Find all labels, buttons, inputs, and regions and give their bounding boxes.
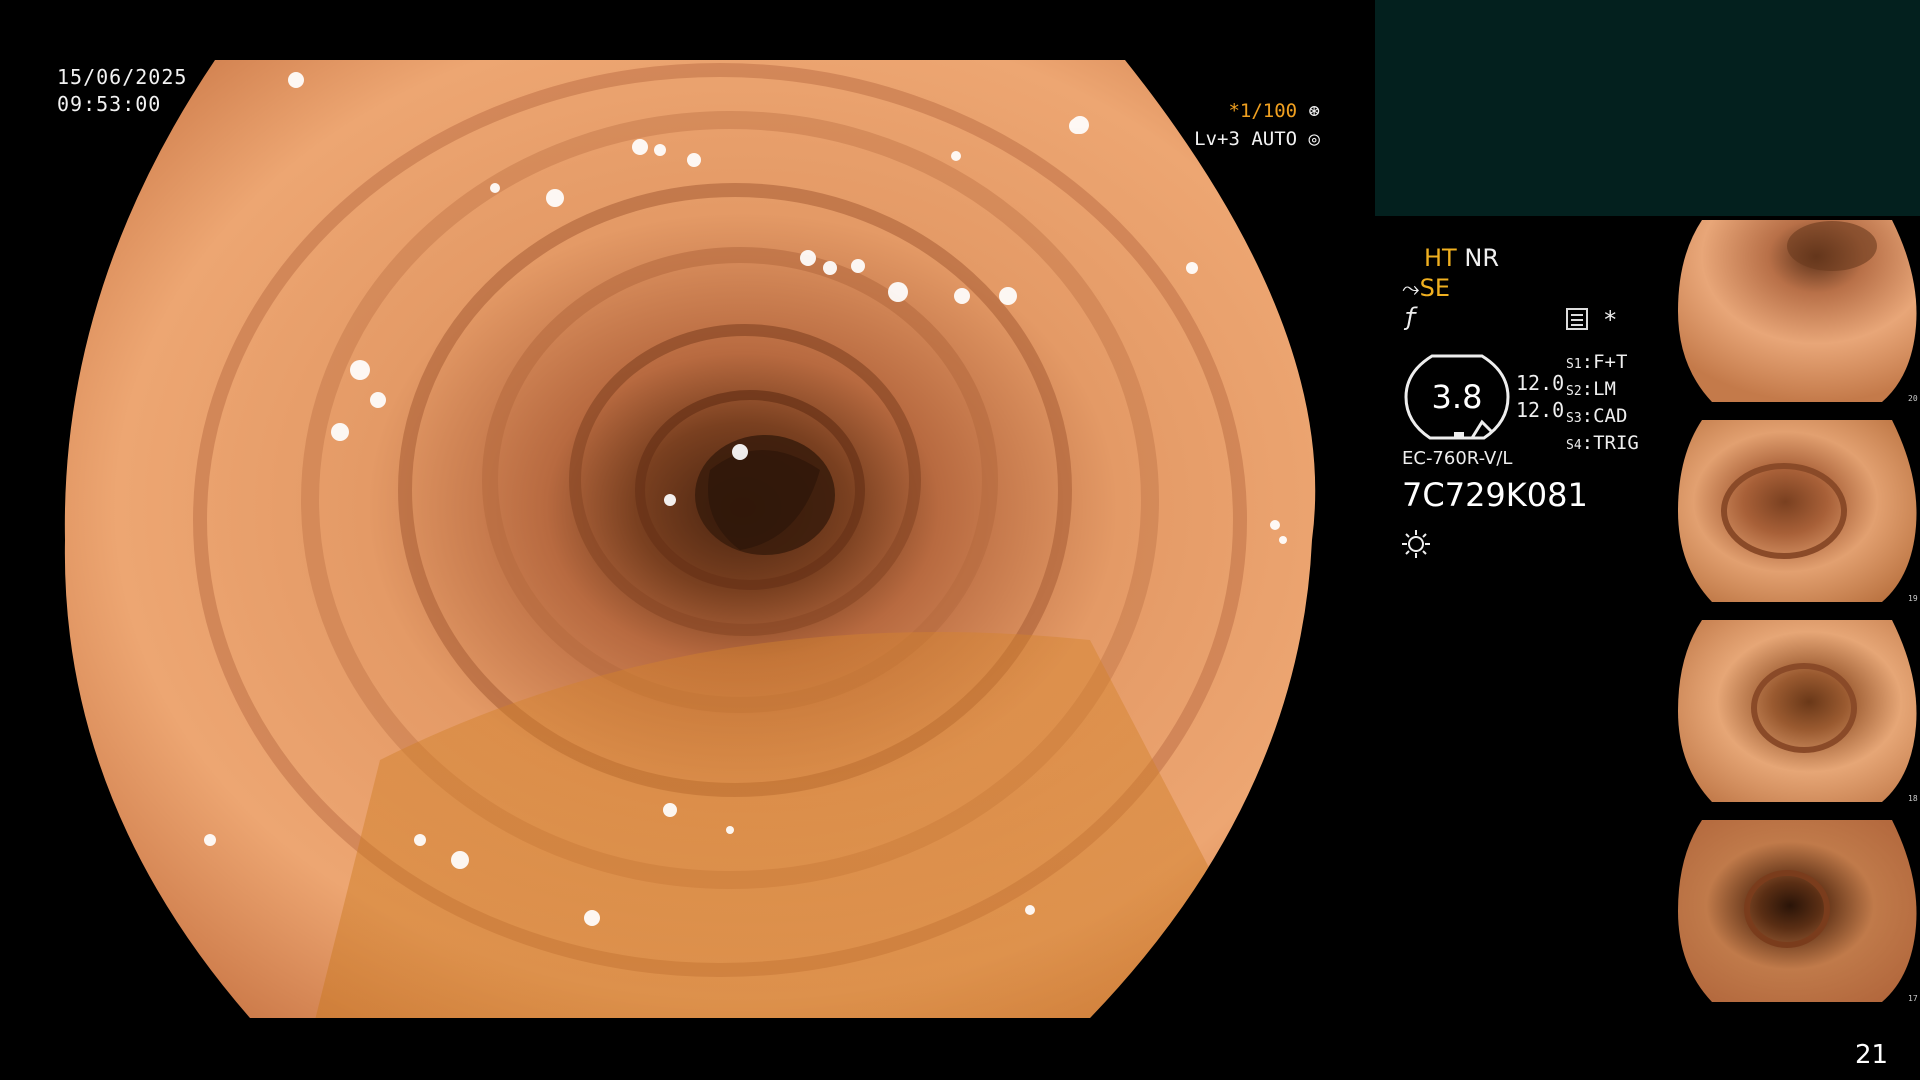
shutter-readout: *1/100 ⊛	[1190, 100, 1320, 122]
thumbnail-2[interactable]: 19	[1672, 416, 1920, 606]
brightness-level-readout: Lv+3 AUTO ◎	[1180, 128, 1320, 150]
shutter-icon: ⊛	[1308, 100, 1320, 122]
date-time: 15/06/2025 09:53:00	[57, 64, 187, 118]
thumbnail-4[interactable]: 17	[1672, 816, 1920, 1006]
switch-row: S2:LM	[1566, 378, 1616, 400]
memo-icon	[1566, 308, 1588, 330]
scope-switch-list: S1:F+T S2:LM S3:CAD S4:TRIG	[1566, 350, 1639, 458]
thumbnail-1[interactable]: 20	[1672, 216, 1920, 406]
asterisk-marker: *	[1603, 306, 1618, 334]
switch-row: S4:TRIG	[1566, 432, 1639, 454]
scope-model: EC-760R-V/L	[1402, 448, 1513, 469]
thumbnail-index: 17	[1908, 994, 1918, 1003]
thumbnail-index: 20	[1908, 394, 1918, 403]
switch-row: S1:F+T	[1566, 351, 1628, 373]
zoom-value-top: 12.0	[1516, 371, 1565, 395]
time-text: 09:53:00	[57, 92, 162, 116]
switch-row: S3:CAD	[1566, 405, 1628, 427]
level-text: Lv+3 AUTO	[1194, 128, 1298, 150]
mode-ht: HT	[1424, 244, 1457, 272]
iris-icon: ◎	[1308, 128, 1320, 150]
date-text: 15/06/2025	[57, 65, 188, 89]
focus-icon: ƒ	[1403, 303, 1418, 331]
zoom-dial-icon: 3.8	[1404, 354, 1510, 440]
thumbnail-3[interactable]: 18	[1672, 616, 1920, 806]
structure-enhancement: ⤳SE	[1402, 274, 1450, 302]
right-top-panel	[1375, 0, 1920, 216]
zoom-values: 12.0 12.0	[1516, 370, 1564, 424]
scope-serial: 7C729K081	[1402, 476, 1588, 514]
mode-se: SE	[1419, 274, 1451, 302]
enhancement-icon: ⤳	[1402, 277, 1420, 302]
endoscopic-view	[64, 60, 1316, 1018]
zoom-value-bottom: 12.0	[1516, 398, 1565, 422]
mode-nr: NR	[1464, 244, 1499, 272]
page-number: 21	[1855, 1040, 1889, 1070]
thumbnail-index: 19	[1908, 594, 1918, 603]
thumbnail-index: 18	[1908, 794, 1918, 803]
zoom-value: 3.8	[1432, 378, 1483, 416]
shutter-text: *1/100	[1228, 100, 1298, 122]
mode-indicators: HT NR	[1424, 244, 1499, 272]
light-icon	[1402, 530, 1430, 558]
